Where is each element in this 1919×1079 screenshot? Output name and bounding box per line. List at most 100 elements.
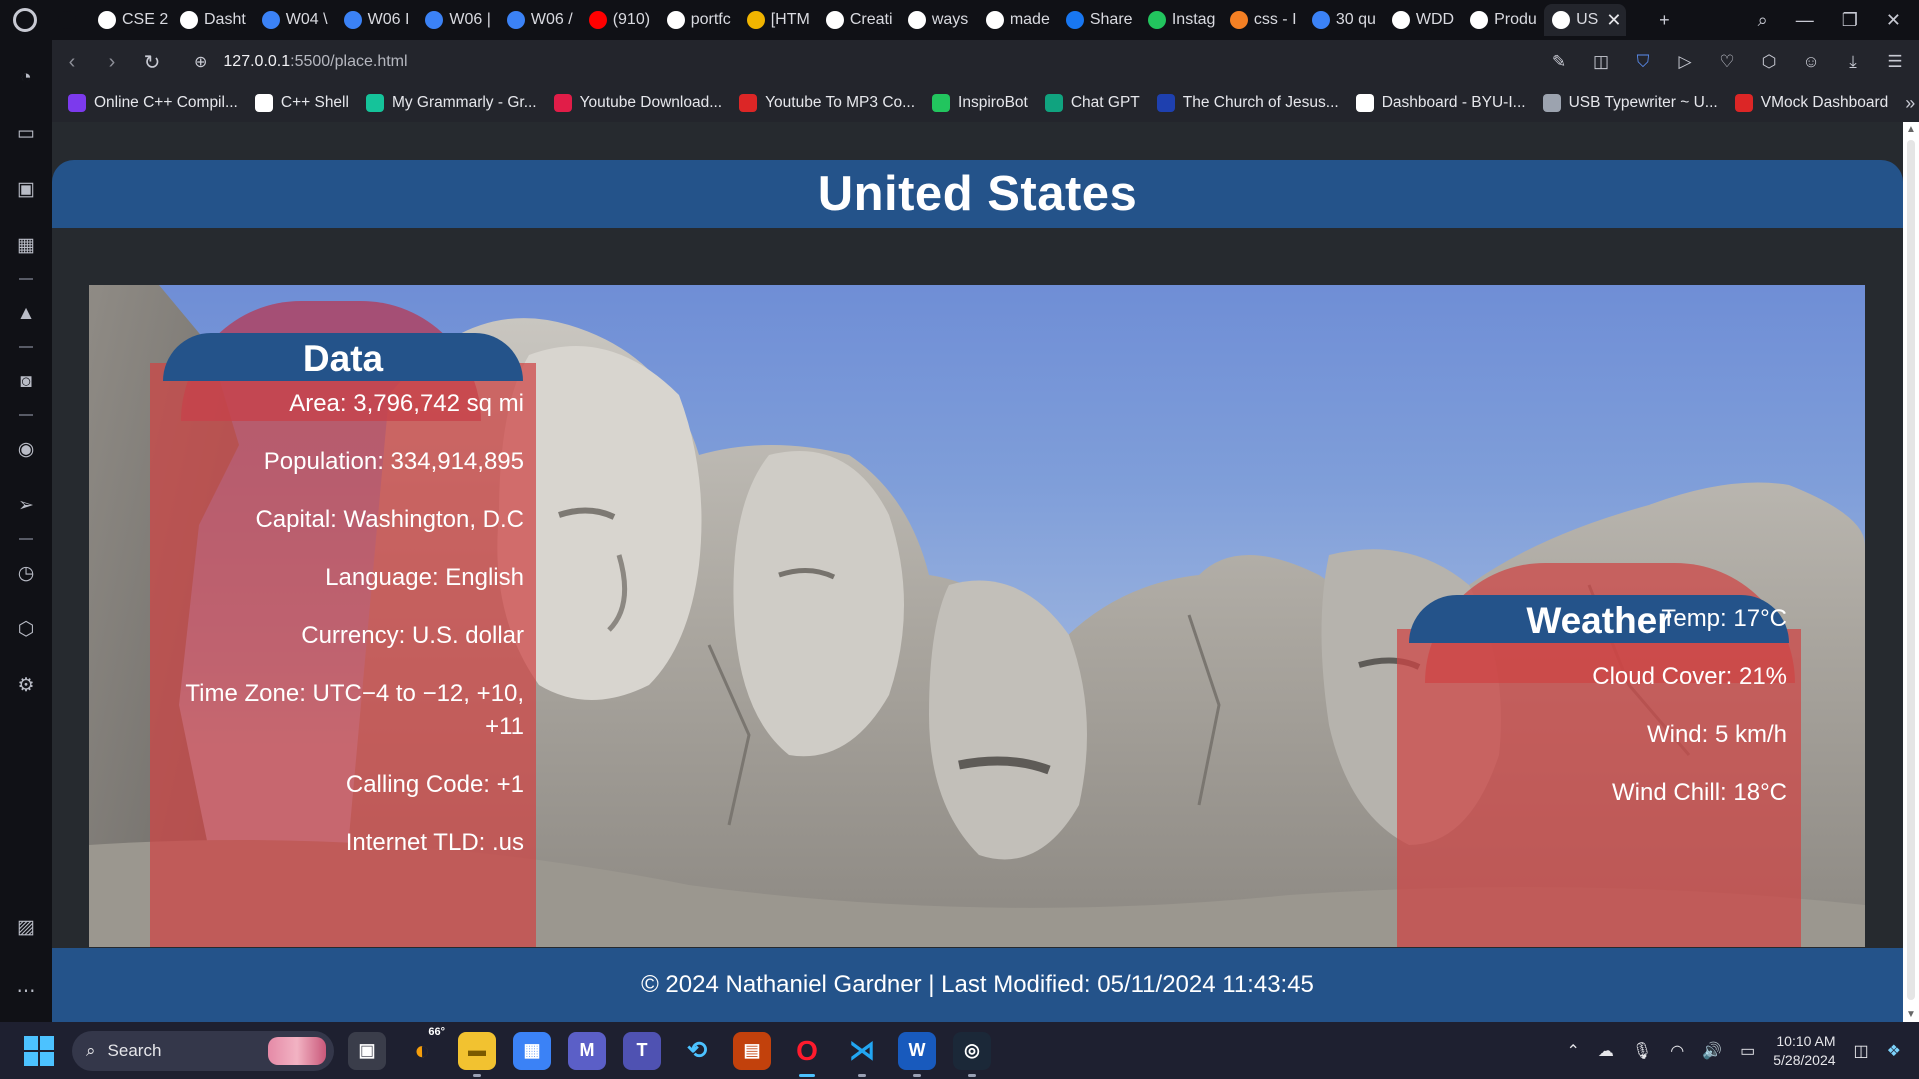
- tab[interactable]: Dasht: [172, 4, 254, 36]
- tab[interactable]: W06 /: [499, 4, 581, 36]
- tab[interactable]: Instag: [1140, 4, 1222, 36]
- new-tab-button[interactable]: +: [1659, 10, 1670, 31]
- file-explorer-icon[interactable]: ▬: [458, 1031, 496, 1077]
- close-window-button[interactable]: ✕: [1886, 10, 1901, 31]
- scroll-down-icon[interactable]: ▼: [1906, 1009, 1916, 1020]
- microsoft-store-icon[interactable]: ▦: [513, 1031, 551, 1070]
- url-field[interactable]: ⊕ 127.0.0.1:5500/place.html: [194, 52, 408, 72]
- task-view-icon[interactable]: ▣: [348, 1031, 386, 1070]
- tab[interactable]: (910): [581, 4, 659, 36]
- teams-icon[interactable]: T: [623, 1031, 661, 1070]
- bookmark-item[interactable]: Youtube To MP3 Co...: [739, 94, 915, 112]
- opera-logo-icon[interactable]: [0, 0, 50, 40]
- bookmark-item[interactable]: Youtube Download...: [553, 94, 722, 112]
- send-icon[interactable]: ➢: [14, 494, 38, 518]
- bookmark-item[interactable]: VMock Dashboard: [1734, 94, 1888, 112]
- app-orange-icon[interactable]: ▤: [733, 1031, 771, 1070]
- easy-setup-icon[interactable]: ☰: [1885, 52, 1905, 72]
- app-swirl-icon[interactable]: ⟲: [678, 1032, 716, 1070]
- tab[interactable]: portfc: [659, 4, 739, 36]
- scroll-up-icon[interactable]: ▲: [1906, 124, 1916, 135]
- notifications-icon[interactable]: ◫: [1854, 1041, 1869, 1061]
- tab[interactable]: W04 \: [254, 4, 336, 36]
- taskbar-search[interactable]: ⌕ Search: [72, 1030, 334, 1071]
- app-m-icon[interactable]: M: [568, 1031, 606, 1070]
- discord-icon[interactable]: ◙: [14, 370, 38, 394]
- tab[interactable]: css - I: [1222, 4, 1304, 36]
- wallpaper-icon[interactable]: ▨: [14, 916, 38, 940]
- scrollbar-thumb[interactable]: [1907, 140, 1915, 1000]
- tab[interactable]: ways: [900, 4, 978, 36]
- tab[interactable]: CSE 2: [90, 4, 172, 36]
- tab-search-icon[interactable]: ⌕: [1758, 10, 1768, 31]
- chart-icon: [506, 11, 525, 29]
- flow-send-icon[interactable]: ▷: [1675, 52, 1695, 72]
- extensions-icon[interactable]: ⬡: [14, 618, 38, 642]
- minimize-button[interactable]: —: [1796, 10, 1814, 31]
- vpn-shield-icon[interactable]: ⛉: [1633, 52, 1653, 72]
- bookmark-item[interactable]: Online C++ Compil...: [68, 94, 238, 112]
- tab[interactable]: W06 I: [336, 4, 418, 36]
- bookmark-item[interactable]: The Church of Jesus...: [1156, 94, 1339, 112]
- clock[interactable]: 10:10 AM 5/28/2024: [1773, 1032, 1835, 1070]
- battery-icon[interactable]: ▭: [1740, 1041, 1755, 1061]
- workspace-icon[interactable]: ▭: [14, 122, 38, 146]
- tab[interactable]: 30 qu: [1304, 4, 1384, 36]
- tab-active[interactable]: US ✕: [1544, 4, 1627, 36]
- tab[interactable]: [50, 4, 90, 36]
- forward-button[interactable]: ›: [92, 51, 132, 74]
- word-icon[interactable]: W: [898, 1031, 936, 1077]
- wifi-icon[interactable]: ◠: [1670, 1041, 1684, 1061]
- heart-icon[interactable]: ♡: [1717, 52, 1737, 72]
- download-icon[interactable]: ⤓: [1843, 52, 1863, 72]
- weather-widget-icon[interactable]: ◐ 66°: [403, 1026, 445, 1070]
- volume-icon[interactable]: 🔊: [1702, 1041, 1722, 1061]
- edit-icon[interactable]: ✎: [1549, 52, 1569, 72]
- cube-icon[interactable]: ⬡: [1759, 52, 1779, 72]
- tab[interactable]: made: [978, 4, 1058, 36]
- bookmark-item[interactable]: Chat GPT: [1044, 94, 1140, 112]
- twitch-icon[interactable]: ▣: [14, 178, 38, 202]
- settings-icon[interactable]: ⚙: [14, 674, 38, 698]
- page-scrollbar[interactable]: ▲ ▼: [1903, 122, 1919, 1022]
- steam-icon[interactable]: ◎: [953, 1031, 991, 1077]
- tab-label: 30 qu: [1335, 11, 1376, 28]
- camera-icon[interactable]: ◫: [1591, 52, 1611, 72]
- tab[interactable]: Creati: [818, 4, 900, 36]
- tab[interactable]: Share: [1058, 4, 1140, 36]
- aria-icon[interactable]: ▲: [14, 302, 38, 326]
- start-button[interactable]: [24, 1035, 54, 1066]
- tab-label: made: [1009, 11, 1050, 28]
- profile-icon[interactable]: ☺: [1801, 52, 1821, 72]
- speed-dial-icon[interactable]: ◔: [14, 66, 38, 90]
- tab[interactable]: W06 |: [417, 4, 499, 36]
- onedrive-icon[interactable]: ☁: [1598, 1041, 1614, 1061]
- bookmark-item[interactable]: USB Typewriter ~ U...: [1542, 94, 1718, 112]
- tab[interactable]: Produ: [1462, 4, 1544, 36]
- bookmark-item[interactable]: My Grammarly - Gr...: [365, 94, 537, 112]
- chart-icon: [261, 11, 280, 29]
- player-icon[interactable]: ◉: [14, 438, 38, 462]
- data-panel-heading: Data: [163, 333, 523, 381]
- reload-button[interactable]: ↻: [132, 50, 172, 75]
- back-button[interactable]: ‹: [52, 51, 92, 74]
- close-tab-icon[interactable]: ✕: [1606, 10, 1621, 31]
- site-info-icon[interactable]: ⊕: [194, 52, 207, 72]
- vscode-icon[interactable]: ⋊: [843, 1032, 881, 1077]
- bookmark-item[interactable]: C++ Shell: [254, 94, 349, 112]
- show-hidden-icons-icon[interactable]: ⌃: [1567, 1041, 1580, 1061]
- tab-bar: CSE 2 Dasht W04 \ W06 I W06 | W06 / (910) portf…: [0, 0, 1919, 40]
- bookmark-item[interactable]: Dashboard - BYU-I...: [1355, 94, 1526, 112]
- more-icon[interactable]: ⋯: [14, 980, 38, 1004]
- tab[interactable]: WDD: [1384, 4, 1462, 36]
- history-icon[interactable]: ◷: [14, 562, 38, 586]
- tab-label: WDD: [1415, 11, 1455, 28]
- restore-button[interactable]: ❐: [1842, 10, 1858, 31]
- copilot-icon[interactable]: ❖: [1887, 1041, 1901, 1061]
- ai-chip-icon[interactable]: ▦: [14, 234, 38, 258]
- opera-taskbar-icon[interactable]: O: [788, 1032, 826, 1077]
- tab[interactable]: [HTM: [739, 4, 818, 36]
- bookmarks-overflow-icon[interactable]: »: [1905, 93, 1915, 114]
- microphone-icon[interactable]: 🎙: [1632, 1041, 1652, 1061]
- bookmark-item[interactable]: InspiroBot: [932, 94, 1028, 112]
